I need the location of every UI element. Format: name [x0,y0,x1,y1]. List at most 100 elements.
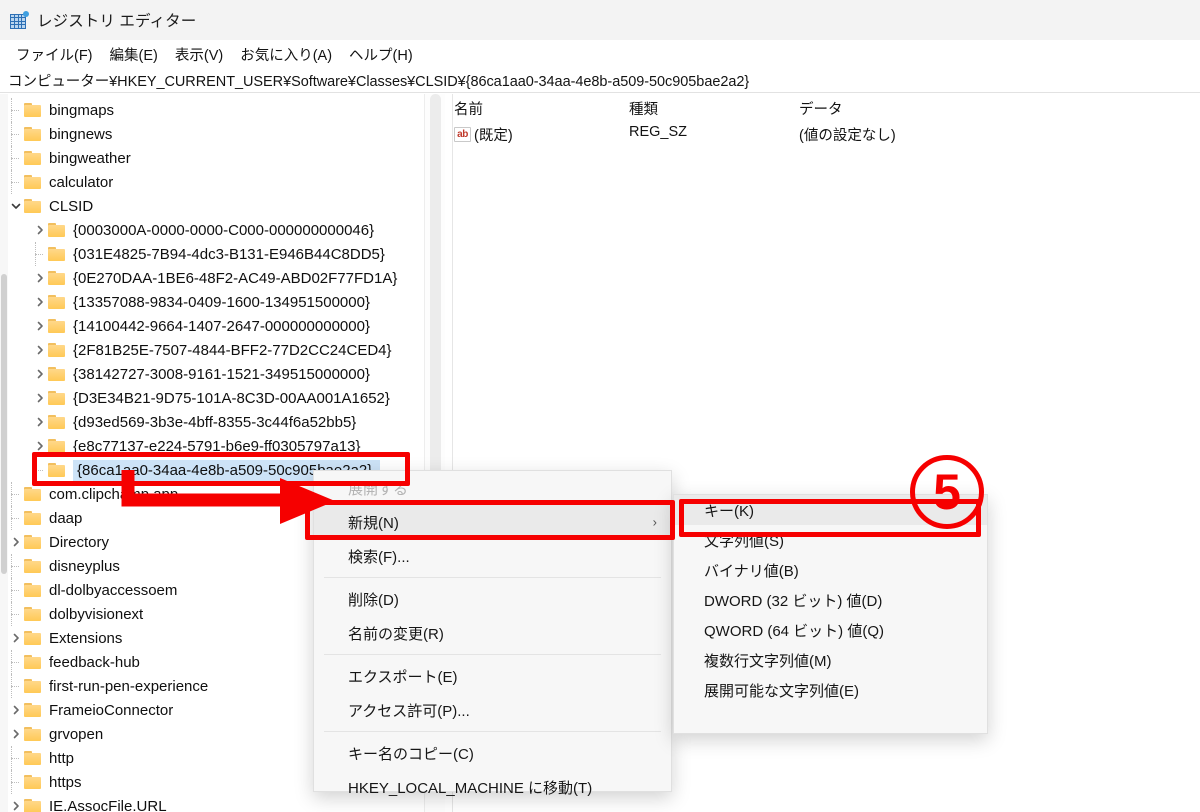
folder-icon [48,462,67,478]
tree-item-label: {2F81B25E-7507-4844-BFF2-77D2CC24CED4} [73,341,392,359]
tree-item[interactable]: {2F81B25E-7507-4844-BFF2-77D2CC24CED4} [32,338,396,362]
tree-item[interactable]: dolbyvisionext [8,602,147,626]
tree-item[interactable]: Extensions [8,626,126,650]
submenu-item-label: バイナリ値(B) [704,562,799,580]
tree-item[interactable]: calculator [8,170,117,194]
context-menu-item[interactable]: HKEY_LOCAL_MACHINE に移動(T) [314,770,671,804]
folder-icon [24,150,43,166]
chevron-right-icon[interactable] [32,410,48,434]
context-menu-item[interactable]: 新規(N) › [314,505,671,539]
tree-item-label: {14100442-9664-1407-2647-000000000000} [73,317,370,335]
chevron-down-icon[interactable] [8,194,24,218]
folder-icon [48,294,67,310]
submenu-item[interactable]: 複数行文字列値(M) [674,645,987,675]
context-menu-item[interactable]: 検索(F)... [314,539,671,573]
tree-item[interactable]: {d93ed569-3b3e-4bff-8355-3c44f6a52bb5} [32,410,360,434]
tree-item[interactable]: feedback-hub [8,650,144,674]
tree-guide-line [8,770,24,794]
submenu-item[interactable]: DWORD (32 ビット) 値(D) [674,585,987,615]
tree-item-label: CLSID [49,197,94,215]
tree-item[interactable]: {0E270DAA-1BE6-48F2-AC49-ABD02F77FD1A} [32,266,401,290]
submenu-item[interactable]: QWORD (64 ビット) 値(Q) [674,615,987,645]
menu-favorites[interactable]: お気に入り(A) [232,42,341,67]
menu-edit[interactable]: 編集(E) [102,42,167,67]
tree-item[interactable]: https [8,770,86,794]
tree-item[interactable]: {14100442-9664-1407-2647-000000000000} [32,314,374,338]
tree-item[interactable]: first-run-pen-experience [8,674,212,698]
tree-item[interactable]: grvopen [8,722,107,746]
tree-item[interactable]: com.clipchamp.app [8,482,182,506]
address-bar[interactable]: コンピューター¥HKEY_CURRENT_USER¥Software¥Class… [0,69,1200,93]
chevron-right-icon[interactable] [32,362,48,386]
chevron-right-icon[interactable] [32,290,48,314]
tree-item[interactable]: IE.AssocFile.URL [8,794,171,812]
chevron-right-icon[interactable] [8,794,24,812]
context-menu-item-label: 名前の変更(R) [348,625,444,643]
tree-item-label: dolbyvisionext [49,605,144,623]
tree-item[interactable]: {e8c77137-e224-5791-b6e9-ff0305797a13} [32,434,365,458]
tree-item[interactable]: dl-dolbyaccessoem [8,578,181,602]
tree-item[interactable]: daap [8,506,86,530]
folder-icon [24,750,43,766]
menu-view[interactable]: 表示(V) [167,42,232,67]
new-submenu: キー(K) 文字列値(S) バイナリ値(B) DWORD (32 ビット) 値(D) Q… [673,494,988,734]
tree-scroll-thumb-left[interactable] [1,274,7,574]
tree-item[interactable]: disneyplus [8,554,124,578]
chevron-right-icon[interactable] [8,530,24,554]
tree-item-label: feedback-hub [49,653,140,671]
folder-icon [48,222,67,238]
context-menu-item[interactable]: 削除(D) [314,582,671,616]
column-header-type[interactable]: 種類 [629,98,658,119]
submenu-item[interactable]: 展開可能な文字列値(E) [674,675,987,705]
tree-item[interactable]: {031E4825-7B94-4dc3-B131-E946B44C8DD5} [32,242,389,266]
tree-item[interactable]: {0003000A-0000-0000-C000-000000000046} [32,218,378,242]
tree-item-label: {13357088-9834-0409-1600-134951500000} [73,293,370,311]
menu-bar: ファイル(F) 編集(E) 表示(V) お気に入り(A) ヘルプ(H) [0,40,1200,69]
tree-item[interactable]: bingweather [8,146,135,170]
chevron-right-icon[interactable] [32,338,48,362]
submenu-item[interactable]: バイナリ値(B) [674,555,987,585]
tree-item[interactable]: {13357088-9834-0409-1600-134951500000} [32,290,374,314]
submenu-item[interactable]: キー(K) [674,495,987,525]
tree-item-label: {e8c77137-e224-5791-b6e9-ff0305797a13} [73,437,361,455]
chevron-right-icon[interactable] [8,626,24,650]
tree-item[interactable]: bingnews [8,122,116,146]
menu-file[interactable]: ファイル(F) [8,42,102,67]
value-name: (既定) [474,128,513,144]
tree-item[interactable]: {38142727-3008-9161-1521-349515000000} [32,362,374,386]
tree-guide-line [8,602,24,626]
tree-item[interactable]: bingmaps [8,98,118,122]
tree-item-label: IE.AssocFile.URL [49,797,167,812]
folder-icon [24,774,43,790]
tree-item[interactable]: FrameioConnector [8,698,177,722]
column-header-name[interactable]: 名前 [454,98,483,119]
tree-item[interactable]: {D3E34B21-9D75-101A-8C3D-00AA001A1652} [32,386,394,410]
tree-guide-line [8,146,24,170]
tree-item-label: {D3E34B21-9D75-101A-8C3D-00AA001A1652} [73,389,390,407]
context-menu-item: 展開する [314,471,671,505]
chevron-right-icon[interactable] [8,698,24,722]
tree-item[interactable]: http [8,746,78,770]
chevron-right-icon[interactable] [32,314,48,338]
folder-icon [48,414,67,430]
chevron-right-icon[interactable] [32,218,48,242]
tree-item[interactable]: Directory [8,530,113,554]
context-menu-item[interactable]: アクセス許可(P)... [314,693,671,727]
tree-item-label: daap [49,509,83,527]
tree-horizontal-scrollbar-edge[interactable] [0,94,8,812]
folder-icon [24,126,43,142]
chevron-right-icon[interactable] [32,386,48,410]
chevron-right-icon[interactable] [32,434,48,458]
column-header-data[interactable]: データ [799,98,843,119]
chevron-right-icon[interactable] [8,722,24,746]
tree-item[interactable]: CLSID [8,194,97,218]
submenu-chevron-right-icon: › [652,514,657,530]
submenu-item[interactable]: 文字列値(S) [674,525,987,555]
context-menu-item[interactable]: キー名のコピー(C) [314,736,671,770]
menu-help[interactable]: ヘルプ(H) [341,42,422,67]
chevron-right-icon[interactable] [32,266,48,290]
context-menu-item[interactable]: 名前の変更(R) [314,616,671,650]
menu-separator [324,577,661,578]
values-row-default[interactable]: ab (既定) REG_SZ (値の設定なし) [454,122,1200,146]
context-menu-item[interactable]: エクスポート(E) [314,659,671,693]
